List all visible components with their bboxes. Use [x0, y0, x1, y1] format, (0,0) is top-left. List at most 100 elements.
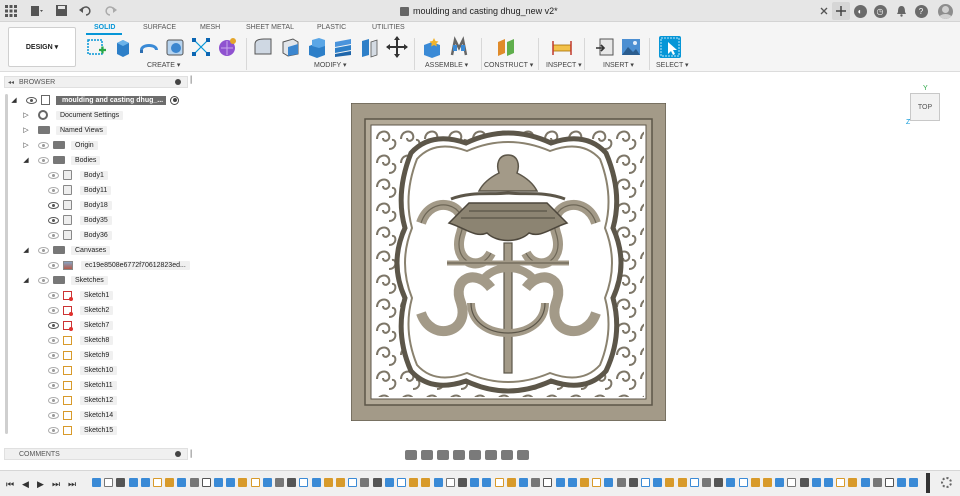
browser-item-body[interactable]: Body36 — [48, 229, 112, 241]
timeline-feature-icon[interactable] — [641, 478, 650, 487]
timeline-feature-icon[interactable] — [372, 478, 382, 487]
timeline-feature-icon[interactable] — [909, 478, 919, 487]
zoom-icon[interactable] — [453, 450, 465, 460]
browser-item-sketch[interactable]: Sketch9 — [48, 349, 114, 361]
timeline-feature-icon[interactable] — [738, 478, 748, 487]
visibility-eye-icon[interactable] — [38, 141, 49, 149]
help-icon[interactable]: ? — [912, 2, 930, 20]
comments-add-icon[interactable] — [175, 451, 181, 457]
timeline-feature-icon[interactable] — [897, 478, 907, 487]
visibility-eye-icon[interactable] — [26, 96, 37, 104]
timeline-feature-icon[interactable] — [336, 478, 345, 487]
press-pull-icon[interactable] — [252, 36, 274, 58]
user-avatar[interactable] — [936, 2, 954, 20]
expand-arrow-icon[interactable]: ▷ — [22, 140, 30, 150]
extrude-icon[interactable] — [112, 36, 134, 58]
timeline-forward-icon[interactable]: ⏭ — [52, 479, 60, 490]
insert-canvas-icon[interactable] — [620, 36, 642, 58]
tab-utilities[interactable]: UTILITIES — [372, 24, 405, 31]
timeline-feature-icon[interactable] — [885, 478, 894, 487]
timeline-feature-icon[interactable] — [592, 478, 602, 487]
timeline-feature-icon[interactable] — [616, 478, 626, 487]
rectangular-pattern-icon[interactable] — [190, 36, 212, 58]
timeline-feature-icon[interactable] — [519, 478, 528, 487]
browser-scrollbar[interactable] — [5, 94, 8, 434]
browser-item-sketch[interactable]: Sketch15 — [48, 424, 118, 436]
assemble-group-label[interactable]: ASSEMBLE ▾ — [425, 61, 468, 69]
timeline-feature-icon[interactable] — [506, 478, 516, 487]
timeline-feature-icon[interactable] — [653, 478, 663, 487]
tab-plastic[interactable]: PLASTIC — [317, 24, 346, 31]
comments-pin-icon[interactable]: ▕ — [186, 450, 191, 458]
select-icon[interactable] — [659, 36, 681, 58]
undo-icon[interactable] — [78, 2, 96, 20]
browser-item-sketch[interactable]: Sketch10 — [48, 364, 118, 376]
shell-icon[interactable] — [332, 36, 354, 58]
visibility-eye-icon[interactable] — [48, 366, 59, 374]
timeline-feature-icon[interactable] — [311, 478, 321, 487]
visibility-eye-icon[interactable] — [38, 246, 49, 254]
browser-item-sketch[interactable]: Sketch12 — [48, 394, 118, 406]
viewports-icon[interactable] — [517, 450, 529, 460]
model-carving-plate[interactable] — [351, 103, 666, 421]
visibility-eye-icon[interactable] — [48, 411, 59, 419]
browser-item-sketches[interactable]: ◢ Sketches — [22, 274, 108, 286]
timeline-feature-icon[interactable] — [287, 478, 297, 487]
timeline-feature-icon[interactable] — [628, 478, 638, 487]
visibility-eye-icon[interactable] — [48, 351, 59, 359]
timeline-feature-icon[interactable] — [189, 478, 199, 487]
timeline-feature-icon[interactable] — [116, 478, 126, 487]
timeline-feature-icon[interactable] — [665, 478, 675, 487]
timeline-feature-icon[interactable] — [214, 478, 223, 487]
browser-item-body[interactable]: Body11 — [48, 184, 112, 196]
timeline-feature-icon[interactable] — [262, 478, 272, 487]
timeline-feature-icon[interactable] — [604, 478, 614, 487]
browser-item-body[interactable]: Body35 — [48, 214, 112, 226]
timeline-feature-icon[interactable] — [543, 478, 553, 487]
timeline-feature-icon[interactable] — [458, 478, 467, 487]
browser-item-body[interactable]: Body1 — [48, 169, 108, 181]
timeline-feature-icon[interactable] — [92, 478, 101, 487]
timeline-feature-icon[interactable] — [775, 478, 785, 487]
notifications-icon[interactable] — [892, 2, 910, 20]
timeline-feature-icon[interactable] — [275, 478, 284, 487]
timeline-feature-icon[interactable] — [726, 478, 736, 487]
timeline-feature-icon[interactable] — [238, 478, 248, 487]
insert-derive-icon[interactable] — [594, 36, 616, 58]
tab-mesh[interactable]: MESH — [200, 24, 220, 31]
timeline-feature-icon[interactable] — [409, 478, 419, 487]
split-body-icon[interactable] — [359, 36, 381, 58]
move-copy-icon[interactable] — [386, 36, 408, 58]
timeline-feature-icon[interactable] — [860, 478, 870, 487]
timeline-feature-icon[interactable] — [872, 478, 882, 487]
inspect-group-label[interactable]: INSPECT ▾ — [546, 61, 582, 69]
browser-item-canvases[interactable]: ◢ Canvases — [22, 244, 111, 256]
insert-group-label[interactable]: INSERT ▾ — [603, 61, 634, 69]
collapse-arrow-icon[interactable]: ◢ — [22, 155, 30, 165]
timeline-feature-icon[interactable] — [677, 478, 687, 487]
visibility-eye-icon[interactable] — [48, 201, 59, 209]
browser-item-bodies[interactable]: ◢ Bodies — [22, 154, 101, 166]
browser-root-item[interactable]: ◢ moulding and casting dhug_... — [10, 94, 179, 106]
sweep-icon[interactable] — [164, 36, 186, 58]
view-cube[interactable]: TOP — [910, 93, 940, 121]
timeline-feature-icon[interactable] — [836, 478, 846, 487]
timeline-feature-icon[interactable] — [689, 478, 699, 487]
expand-arrow-icon[interactable]: ▷ — [22, 110, 30, 120]
look-at-icon[interactable] — [421, 450, 433, 460]
browser-item-sketch[interactable]: Sketch14 — [48, 409, 118, 421]
expand-arrow-icon[interactable]: ▷ — [22, 125, 30, 135]
comments-panel[interactable]: COMMENTS — [4, 448, 188, 460]
visibility-eye-icon[interactable] — [48, 336, 59, 344]
create-sketch-icon[interactable] — [86, 36, 108, 58]
file-menu-icon[interactable] — [28, 2, 46, 20]
collapse-arrow-icon[interactable]: ◢ — [10, 95, 18, 105]
timeline-end-icon[interactable]: ⏭ — [68, 479, 76, 490]
browser-item-canvas[interactable]: ec19e8508e6772f70612823ed... — [48, 259, 190, 271]
timeline-feature-icon[interactable] — [140, 478, 150, 487]
timeline-feature-icon[interactable] — [567, 478, 577, 487]
timeline-feature-icon[interactable] — [470, 478, 480, 487]
tab-solid[interactable]: SOLID — [94, 24, 115, 31]
timeline-feature-icon[interactable] — [787, 478, 797, 487]
timeline-feature-icon[interactable] — [348, 478, 358, 487]
